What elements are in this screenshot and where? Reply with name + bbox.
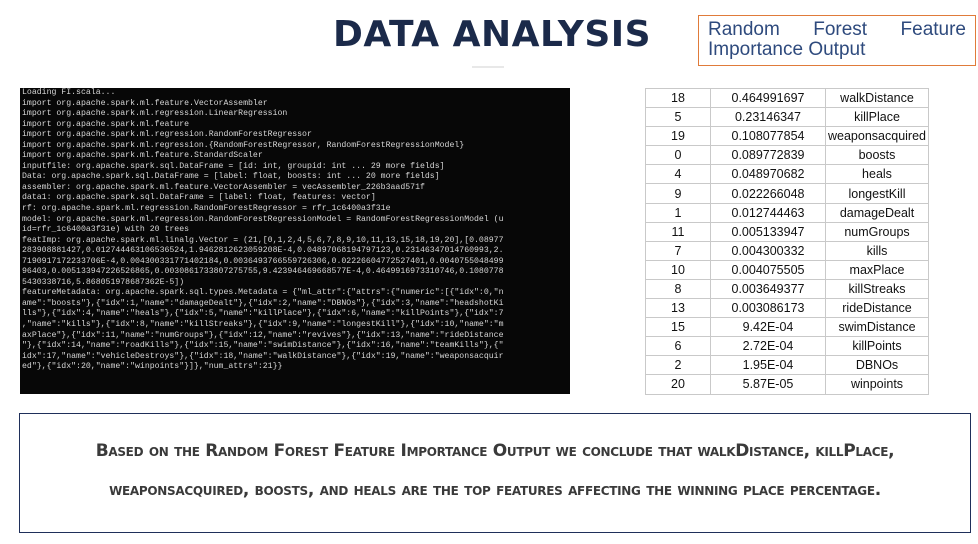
console-line: 96403,0.005133947226526865,0.00308617338…	[22, 267, 504, 277]
title-underline	[472, 66, 504, 68]
console-line: featImp: org.apache.spark.ml.linalg.Vect…	[22, 235, 504, 245]
feature-name-cell: killPlace	[825, 107, 929, 128]
importance-value-cell: 0.004300332	[710, 240, 826, 261]
console-line: rf: org.apache.spark.ml.regression.Rando…	[22, 204, 391, 214]
feature-index-cell: 9	[645, 183, 711, 204]
console-line: ame":"boosts"},{"idx":1,"name":"damageDe…	[22, 298, 504, 308]
importance-value-cell: 0.048970682	[710, 164, 826, 185]
table-row: 13 0.003086173 rideDistance	[645, 298, 929, 319]
feature-name-cell: killPoints	[825, 336, 929, 357]
console-line: axPlace"},{"idx":11,"name":"numGroups"},…	[22, 330, 504, 340]
console-line: inputfile: org.apache.spark.sql.DataFram…	[22, 161, 445, 171]
importance-value-cell: 0.003649377	[710, 278, 826, 300]
importance-value-cell: 0.464991697	[710, 87, 826, 109]
table-row: 5 0.23146347 killPlace	[645, 107, 929, 128]
conclusion-line-2: weaponsacquired, boosts, and heals are t…	[109, 480, 881, 500]
feature-index-cell: 2	[645, 355, 711, 376]
importance-value-cell: 2.72E-04	[710, 336, 826, 357]
console-line: id=rfr_1c6400a3f31e) with 20 trees	[22, 225, 190, 235]
console-line: featureMetadata: org.apache.spark.sql.ty…	[22, 288, 504, 298]
feature-index-cell: 11	[645, 221, 711, 242]
console-line: Loading FI.scala...	[22, 88, 116, 97]
feature-name-cell: DBNOs	[825, 355, 929, 376]
feature-index-cell: 18	[645, 87, 711, 109]
feature-index-cell: 6	[645, 336, 711, 357]
table-row: 6 2.72E-04 killPoints	[645, 336, 929, 357]
importance-value-cell: 0.004075505	[710, 259, 826, 280]
console-line: data1: org.apache.spark.sql.DataFrame = …	[22, 193, 376, 203]
feature-index-cell: 4	[645, 164, 711, 185]
feature-name-cell: killStreaks	[825, 278, 929, 300]
feature-name-cell: weaponsacquired	[825, 126, 929, 147]
feature-name-cell: swimDistance	[825, 317, 929, 338]
table-row: 20 5.87E-05 winpoints	[645, 374, 929, 395]
console-line: "},{"idx":14,"name":"roadKills"},{"idx":…	[22, 341, 504, 351]
console-line: 5430338716,5.868051978687362E-5])	[22, 277, 185, 287]
table-row: 9 0.022266048 longestKill	[645, 183, 929, 204]
importance-value-cell: 5.87E-05	[710, 374, 826, 395]
importance-value-cell: 0.23146347	[710, 107, 826, 128]
conclusion-line-1: Based on the Random Forest Feature Impor…	[95, 441, 895, 461]
importance-value-cell: 0.022266048	[710, 183, 826, 204]
console-line: import org.apache.spark.ml.feature.Vecto…	[22, 98, 268, 108]
table-row: 19 0.108077854 weaponsacquired	[645, 126, 929, 147]
console-line: idx":17,"name":"vehicleDestroys"},{"idx"…	[22, 351, 504, 361]
feature-index-cell: 13	[645, 298, 711, 319]
page-title: DATA ANALYSIS	[333, 14, 652, 55]
console-line: model: org.apache.spark.ml.regression.Ra…	[22, 214, 504, 224]
console-line: import org.apache.spark.ml.regression.Ra…	[22, 130, 312, 140]
console-line: import org.apache.spark.ml.feature.Stand…	[22, 151, 263, 161]
console-line: ed"},{"idx":20,"name":"winpoints"}]},"nu…	[22, 362, 283, 372]
table-row: 4 0.048970682 heals	[645, 164, 929, 185]
feature-name-cell: boosts	[825, 145, 929, 166]
console-line: import org.apache.spark.ml.regression.Li…	[22, 109, 288, 119]
console-line: assembler: org.apache.spark.ml.feature.V…	[22, 182, 425, 192]
conclusion-box: Based on the Random Forest Feature Impor…	[19, 413, 971, 533]
console-line: ,"name":"kills"},{"idx":8,"name":"killSt…	[22, 320, 504, 330]
importance-value-cell: 0.005133947	[710, 221, 826, 242]
callout-box: Random Forest Feature Importance Output	[698, 15, 976, 66]
feature-name-cell: maxPlace	[825, 259, 929, 280]
feature-index-cell: 7	[645, 240, 711, 261]
feature-index-cell: 19	[645, 126, 711, 147]
console-line: import org.apache.spark.ml.feature	[22, 119, 190, 129]
feature-index-cell: 5	[645, 107, 711, 128]
feature-name-cell: kills	[825, 240, 929, 261]
feature-name-cell: winpoints	[825, 374, 929, 395]
table-row: 7 0.004300332 kills	[645, 240, 929, 261]
importance-value-cell: 1.95E-04	[710, 355, 826, 376]
table-row: 11 0.005133947 numGroups	[645, 221, 929, 242]
console-line: 7190917172233706E-4,0.004300331771402184…	[22, 256, 504, 266]
console-line: Data: org.apache.spark.sql.DataFrame = […	[22, 172, 440, 182]
importance-value-cell: 9.42E-04	[710, 317, 826, 338]
spark-console-output: Loading FI.scala... import org.apache.spa…	[20, 88, 570, 394]
importance-value-cell: 0.012744463	[710, 202, 826, 223]
feature-name-cell: numGroups	[825, 221, 929, 242]
importance-value-cell: 0.108077854	[710, 126, 826, 147]
importance-value-cell: 0.003086173	[710, 298, 826, 319]
feature-index-cell: 0	[645, 145, 711, 166]
importance-value-cell: 0.089772839	[710, 145, 826, 166]
table-row: 2 1.95E-04 DBNOs	[645, 355, 929, 376]
feature-name-cell: walkDistance	[825, 87, 929, 109]
table-row: 8 0.003649377 killStreaks	[645, 278, 929, 300]
feature-index-cell: 20	[645, 374, 711, 395]
feature-importance-table: 18 0.464991697 walkDistance 5 0.23146347 kill…	[645, 87, 929, 395]
feature-index-cell: 8	[645, 278, 711, 300]
console-line: 283908881427,0.012744463106536524,1.9462…	[22, 246, 504, 256]
feature-index-cell: 15	[645, 317, 711, 338]
feature-index-cell: 1	[645, 202, 711, 223]
feature-name-cell: heals	[825, 164, 929, 185]
table-row: 18 0.464991697 walkDistance	[645, 87, 929, 109]
table-row: 1 0.012744463 damageDealt	[645, 202, 929, 223]
feature-name-cell: rideDistance	[825, 298, 929, 319]
table-row: 0 0.089772839 boosts	[645, 145, 929, 166]
console-line: import org.apache.spark.ml.regression.{R…	[22, 140, 465, 150]
table-row: 10 0.004075505 maxPlace	[645, 259, 929, 280]
feature-index-cell: 10	[645, 259, 711, 280]
table-row: 15 9.42E-04 swimDistance	[645, 317, 929, 338]
feature-name-cell: damageDealt	[825, 202, 929, 223]
feature-name-cell: longestKill	[825, 183, 929, 204]
console-line: lls"},{"idx":4,"name":"heals"},{"idx":5,…	[22, 309, 504, 319]
